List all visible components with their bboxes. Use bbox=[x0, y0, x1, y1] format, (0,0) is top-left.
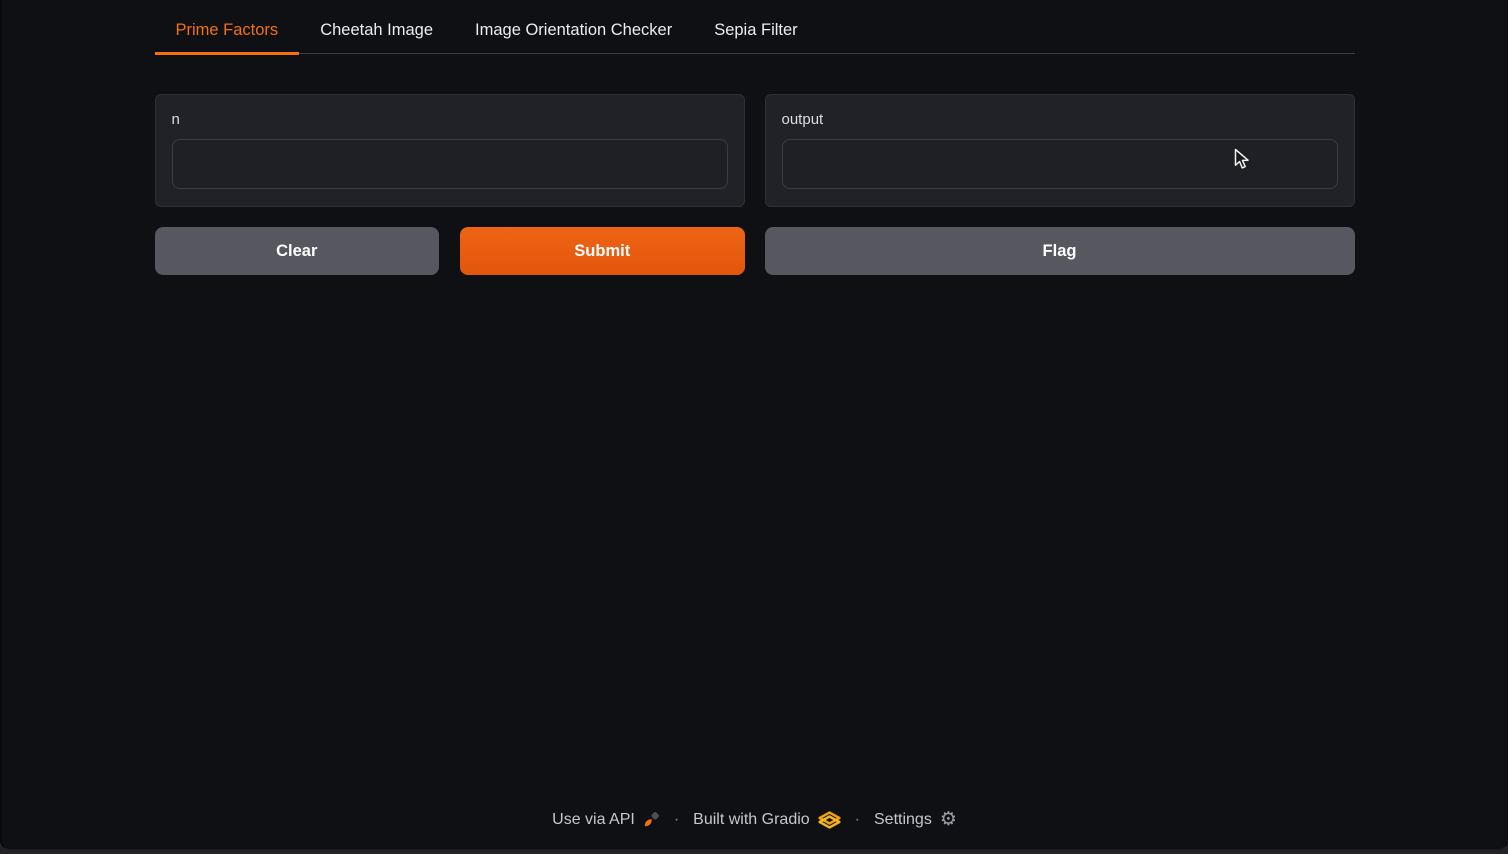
footer-separator: · bbox=[670, 811, 683, 829]
gradio-app-container: Prime Factors Cheetah Image Image Orient… bbox=[155, 0, 1355, 849]
output-label: output bbox=[782, 111, 1338, 128]
api-plug-icon bbox=[643, 811, 660, 828]
tab-prime-factors[interactable]: Prime Factors bbox=[155, 10, 300, 55]
settings-label: Settings bbox=[874, 811, 932, 829]
footer-separator: · bbox=[851, 811, 864, 829]
settings-link[interactable]: Settings ⚙ bbox=[874, 810, 957, 829]
input-panel: n bbox=[155, 94, 745, 207]
output-textbox[interactable] bbox=[782, 139, 1338, 189]
gradio-logo-icon bbox=[818, 811, 841, 829]
output-column: output Flag bbox=[765, 94, 1355, 275]
flag-button[interactable]: Flag bbox=[765, 227, 1355, 275]
tab-cheetah-image[interactable]: Cheetah Image bbox=[299, 10, 454, 55]
input-textbox[interactable] bbox=[172, 139, 728, 189]
gear-icon: ⚙ bbox=[940, 810, 957, 829]
clear-submit-row: Clear Submit bbox=[155, 227, 745, 275]
input-label: n bbox=[172, 111, 728, 128]
use-via-api-label: Use via API bbox=[552, 811, 635, 829]
output-panel: output bbox=[765, 94, 1355, 207]
footer: Use via API · Built with Gradio · Settin… bbox=[155, 810, 1355, 849]
flag-row: Flag bbox=[765, 227, 1355, 275]
io-row: n Clear Submit output Flag bbox=[155, 94, 1355, 275]
clear-button[interactable]: Clear bbox=[155, 227, 440, 275]
use-via-api-link[interactable]: Use via API bbox=[552, 811, 660, 829]
built-with-gradio-link[interactable]: Built with Gradio bbox=[693, 811, 841, 829]
tab-sepia-filter[interactable]: Sepia Filter bbox=[693, 10, 818, 55]
tab-bar: Prime Factors Cheetah Image Image Orient… bbox=[155, 10, 1355, 54]
built-with-gradio-label: Built with Gradio bbox=[693, 811, 810, 829]
tab-image-orientation-checker[interactable]: Image Orientation Checker bbox=[454, 10, 693, 55]
submit-button[interactable]: Submit bbox=[460, 227, 745, 275]
input-column: n Clear Submit bbox=[155, 94, 745, 275]
app-window: Prime Factors Cheetah Image Image Orient… bbox=[0, 0, 1508, 850]
